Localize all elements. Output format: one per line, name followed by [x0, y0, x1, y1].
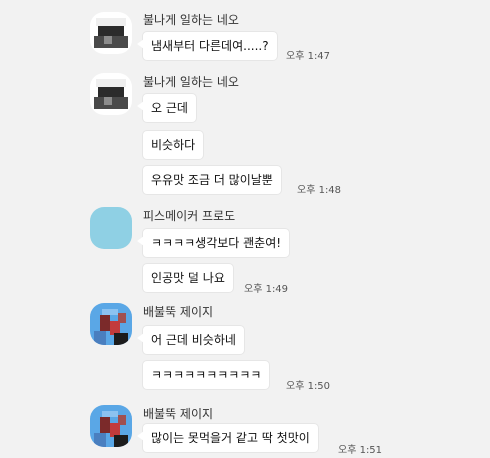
message-bubble[interactable]: 우유맛 조금 더 많이날뿐 [143, 166, 281, 194]
sender-avatar-frodo[interactable] [90, 207, 132, 249]
message-bubble[interactable]: 인공맛 덜 나요 [143, 264, 233, 292]
chat-log: 불나게 일하는 네오 냄새부터 다른데여.....? 오후 1:47 불나게 일… [0, 0, 490, 458]
sender-avatar-neo[interactable] [90, 73, 132, 115]
message-time: 오후 1:49 [244, 284, 289, 295]
message-bubble[interactable]: 냄새부터 다른데여.....? [137, 32, 277, 60]
message-time: 오후 1:50 [286, 381, 331, 392]
message-time: 오후 1:48 [297, 185, 342, 196]
sender-name: 불나게 일하는 네오 [143, 13, 239, 27]
message-bubble[interactable]: 어 근데 비슷하네 [137, 326, 244, 354]
message-bubble[interactable]: ㅋㅋㅋㅋㅋㅋㅋㅋㅋㅋ [143, 361, 270, 389]
sender-name: 불나게 일하는 네오 [143, 75, 239, 89]
message-bubble[interactable]: 오 근데 [137, 94, 196, 122]
sender-avatar-jayg[interactable] [90, 405, 132, 447]
sender-avatar-neo[interactable] [90, 12, 132, 54]
sender-name: 배불뚝 제이지 [143, 305, 214, 319]
message-bubble[interactable]: ㅋㅋㅋㅋ생각보다 괜춘여! [136, 229, 290, 257]
message-time: 오후 1:51 [338, 445, 383, 456]
sender-name: 배불뚝 제이지 [143, 407, 214, 421]
message-bubble[interactable]: 비슷하다 [143, 131, 204, 159]
sender-avatar-jayg[interactable] [90, 303, 132, 345]
message-bubble[interactable]: 많이는 못먹을거 같고 딱 첫맛이 [137, 424, 318, 452]
message-time: 오후 1:47 [286, 51, 331, 62]
sender-name: 피스메이커 프로도 [143, 209, 236, 223]
